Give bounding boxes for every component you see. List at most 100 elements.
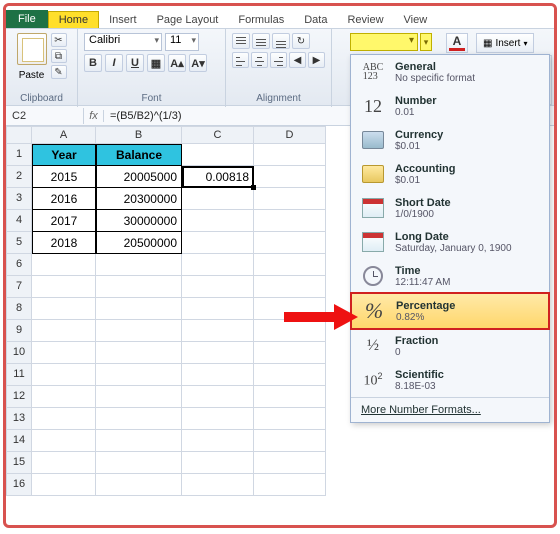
cell-A16[interactable] [32,474,96,496]
numfmt-number[interactable]: 12Number0.01 [351,89,549,123]
cell-D10[interactable] [254,342,326,364]
increase-indent-button[interactable]: ▶ [308,52,325,68]
cell-C5[interactable] [182,232,254,254]
cell-B12[interactable] [96,386,182,408]
shrink-font-button[interactable]: A▾ [189,54,207,72]
align-top-button[interactable] [232,33,250,49]
number-format-dropdown-arrow[interactable]: ▾ [420,33,432,51]
format-painter-button[interactable]: ✎ [51,65,67,79]
cell-C6[interactable] [182,254,254,276]
cell-A1[interactable]: Year [32,144,96,166]
cell-A8[interactable] [32,298,96,320]
name-box[interactable]: C2 [6,108,84,124]
col-header-B[interactable]: B [96,126,182,144]
cell-A15[interactable] [32,452,96,474]
cell-B11[interactable] [96,364,182,386]
cell-B14[interactable] [96,430,182,452]
align-right-button[interactable] [270,52,287,68]
cell-C15[interactable] [182,452,254,474]
cell-C3[interactable] [182,188,254,210]
row-header-11[interactable]: 11 [6,364,32,386]
tab-page-layout[interactable]: Page Layout [147,11,229,28]
more-number-formats[interactable]: More Number Formats... [351,397,549,422]
cell-A3[interactable]: 2016 [32,188,96,210]
cell-B1[interactable]: Balance [96,144,182,166]
cell-D6[interactable] [254,254,326,276]
cell-B7[interactable] [96,276,182,298]
border-button[interactable]: ▦ [147,54,165,72]
paste-button[interactable]: Paste [17,70,47,81]
align-center-button[interactable] [251,52,268,68]
orientation-button[interactable]: ↻ [292,33,310,49]
col-header-C[interactable]: C [182,126,254,144]
cell-D8[interactable] [254,298,326,320]
numfmt-accounting[interactable]: Accounting$0.01 [351,157,549,191]
numfmt-currency[interactable]: Currency$0.01 [351,123,549,157]
numfmt-general[interactable]: ABC123GeneralNo specific format [351,55,549,89]
cell-C9[interactable] [182,320,254,342]
paste-icon[interactable] [17,33,47,65]
italic-button[interactable]: I [105,54,123,72]
row-header-15[interactable]: 15 [6,452,32,474]
select-all-corner[interactable] [6,126,32,144]
cell-B5[interactable]: 20500000 [96,232,182,254]
numfmt-longdate[interactable]: Long DateSaturday, January 0, 1900 [351,225,549,259]
row-header-5[interactable]: 5 [6,232,32,254]
numfmt-fraction[interactable]: ½Fraction0 [351,329,549,363]
cell-B10[interactable] [96,342,182,364]
tab-data[interactable]: Data [294,11,337,28]
cell-B15[interactable] [96,452,182,474]
cell-A10[interactable] [32,342,96,364]
numfmt-percentage[interactable]: %Percentage0.82% [350,292,550,330]
cell-C7[interactable] [182,276,254,298]
cell-C10[interactable] [182,342,254,364]
row-header-3[interactable]: 3 [6,188,32,210]
cell-B8[interactable] [96,298,182,320]
insert-cells-button[interactable]: ▦Insert▾ [476,33,534,53]
cell-C13[interactable] [182,408,254,430]
cell-A6[interactable] [32,254,96,276]
cell-D3[interactable] [254,188,326,210]
copy-button[interactable]: ⧉ [51,49,67,63]
cell-A4[interactable]: 2017 [32,210,96,232]
row-header-9[interactable]: 9 [6,320,32,342]
font-size-select[interactable]: 11 [165,33,199,51]
cell-C16[interactable] [182,474,254,496]
fx-icon[interactable]: fx [84,110,104,122]
cell-B16[interactable] [96,474,182,496]
cell-A11[interactable] [32,364,96,386]
cell-D9[interactable] [254,320,326,342]
cell-B13[interactable] [96,408,182,430]
align-bottom-button[interactable] [272,33,290,49]
tab-file[interactable]: File [6,10,48,28]
row-header-12[interactable]: 12 [6,386,32,408]
cell-D11[interactable] [254,364,326,386]
row-header-8[interactable]: 8 [6,298,32,320]
cell-B9[interactable] [96,320,182,342]
cell-C12[interactable] [182,386,254,408]
cell-C4[interactable] [182,210,254,232]
cell-B3[interactable]: 20300000 [96,188,182,210]
font-name-select[interactable]: Calibri [84,33,162,51]
cell-A5[interactable]: 2018 [32,232,96,254]
cell-B2[interactable]: 20005000 [96,166,182,188]
number-format-select[interactable] [350,33,418,51]
cell-D12[interactable] [254,386,326,408]
row-header-16[interactable]: 16 [6,474,32,496]
cell-D14[interactable] [254,430,326,452]
cell-A2[interactable]: 2015 [32,166,96,188]
cell-C8[interactable] [182,298,254,320]
cell-A12[interactable] [32,386,96,408]
cell-D16[interactable] [254,474,326,496]
cell-D5[interactable] [254,232,326,254]
tab-insert[interactable]: Insert [99,11,147,28]
underline-button[interactable]: U [126,54,144,72]
numfmt-time[interactable]: Time12:11:47 AM [351,259,549,293]
decrease-indent-button[interactable]: ◀ [289,52,306,68]
cell-D1[interactable] [254,144,326,166]
grow-font-button[interactable]: A▴ [168,54,186,72]
cell-C11[interactable] [182,364,254,386]
row-header-1[interactable]: 1 [6,144,32,166]
cell-C2[interactable]: 0.00818 [182,166,254,188]
cell-D4[interactable] [254,210,326,232]
